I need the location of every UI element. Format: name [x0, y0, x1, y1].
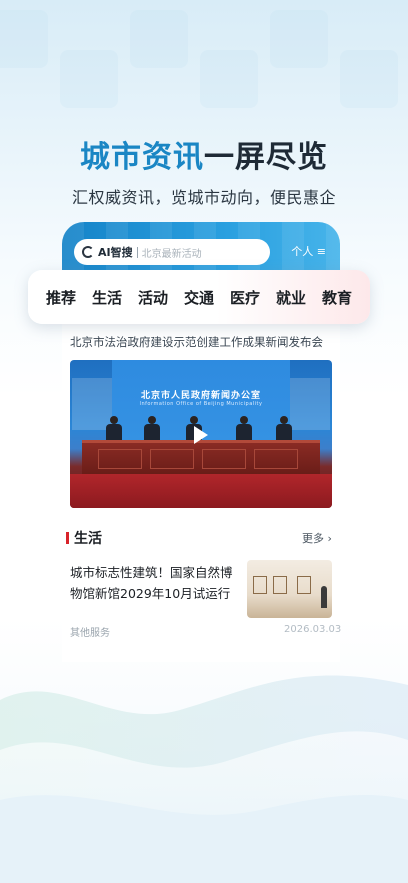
headline-blue: 城市资讯 [80, 140, 204, 175]
tab-education[interactable]: 教育 [322, 287, 352, 308]
tab-medical[interactable]: 医疗 [230, 287, 260, 308]
search-input[interactable]: AI智搜 北京最新活动 [74, 239, 270, 265]
speaker [106, 416, 122, 440]
tab-events[interactable]: 活动 [138, 287, 168, 308]
speaker [144, 416, 160, 440]
promo-subline: 汇权威资讯，览城市动向，便民惠企 [71, 188, 336, 207]
tab-life[interactable]: 生活 [92, 287, 122, 308]
ai-search-icon [82, 246, 94, 258]
wave-decoration [0, 675, 408, 883]
section-title: 生活 [74, 531, 102, 547]
ai-search-label: AI智搜 [98, 246, 133, 259]
article-thumbnail[interactable] [247, 560, 332, 618]
article-date: 2026.03.03 [284, 624, 342, 635]
speaker [236, 416, 252, 440]
article-source: 其他服务 [70, 628, 110, 639]
section-accent-bar [66, 532, 69, 544]
tab-transport[interactable]: 交通 [184, 287, 214, 308]
featured-video[interactable]: 北京市人民政府新闻办公室 Information Office of Beiji… [70, 360, 332, 508]
category-tabs: 推荐 生活 活动 交通 医疗 就业 教育 [28, 270, 370, 324]
stage-carpet [70, 474, 332, 508]
article-title[interactable]: 城市标志性建筑！国家自然博物馆新馆2029年10月试运行 [70, 562, 240, 604]
speaker [276, 416, 292, 440]
app-header: AI智搜 北京最新活动 个人 ≡ [62, 222, 340, 276]
headline-dark: 一屏尽览 [204, 140, 328, 175]
more-button[interactable]: 更多 › [302, 530, 332, 546]
podium-desk [82, 440, 320, 474]
divider [136, 246, 138, 258]
tab-employment[interactable]: 就业 [276, 287, 306, 308]
personal-menu-button[interactable]: 个人 ≡ [291, 243, 326, 259]
background-pattern [0, 0, 408, 140]
search-placeholder: 北京最新活动 [141, 248, 202, 260]
video-banner-subtitle: Information Office of Beijing Municipali… [139, 401, 263, 407]
video-banner-title: 北京市人民政府新闻办公室 [140, 391, 261, 401]
tab-recommend[interactable]: 推荐 [46, 287, 76, 308]
promo-headline: 城市资讯一屏尽览 [0, 132, 408, 176]
featured-news-title[interactable]: 北京市法治政府建设示范创建工作成果新闻发布会 [70, 334, 323, 350]
play-icon[interactable] [194, 426, 208, 444]
